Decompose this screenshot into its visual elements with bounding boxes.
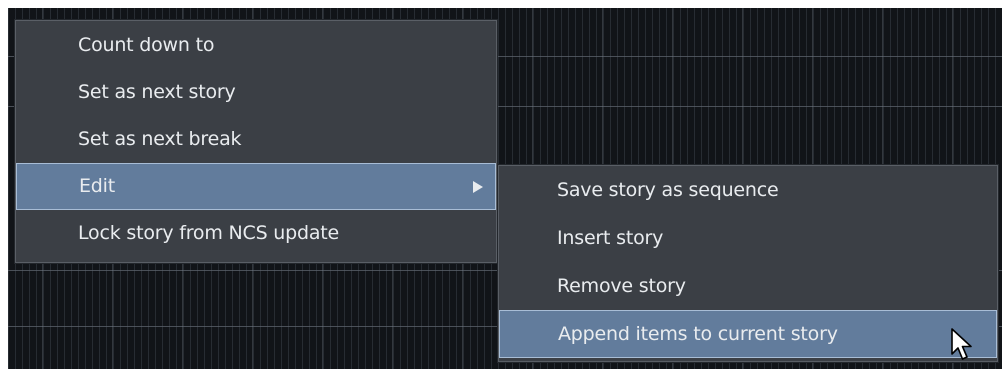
menu-item-label: Lock story from NCS update [78, 222, 340, 244]
context-menu: Count down to Set as next story Set as n… [15, 20, 497, 263]
menu-item-label: Count down to [78, 34, 215, 56]
menu-item-set-as-next-break[interactable]: Set as next break [16, 116, 496, 163]
screen: Count down to Set as next story Set as n… [0, 0, 1002, 369]
submenu-item-save-story-as-sequence[interactable]: Save story as sequence [499, 166, 997, 214]
menu-item-lock-story-from-ncs-update[interactable]: Lock story from NCS update [16, 210, 496, 257]
mouse-pointer-icon [951, 328, 972, 360]
menu-item-label: Append items to current story [558, 323, 838, 345]
menu-item-label: Set as next break [78, 128, 242, 150]
menu-item-set-as-next-story[interactable]: Set as next story [16, 69, 496, 116]
menu-item-label: Insert story [557, 227, 664, 249]
submenu-item-append-items-to-current-story[interactable]: Append items to current story [499, 310, 997, 358]
menu-item-label: Set as next story [78, 81, 236, 103]
menu-item-count-down-to[interactable]: Count down to [16, 22, 496, 69]
chevron-right-icon [473, 180, 483, 193]
submenu-item-remove-story[interactable]: Remove story [499, 262, 997, 310]
menu-item-label: Edit [79, 175, 115, 197]
menu-item-label: Save story as sequence [557, 179, 779, 201]
menu-item-label: Remove story [557, 275, 686, 297]
edit-submenu: Save story as sequence Insert story Remo… [498, 165, 998, 362]
menu-item-edit[interactable]: Edit [16, 163, 496, 210]
submenu-item-insert-story[interactable]: Insert story [499, 214, 997, 262]
